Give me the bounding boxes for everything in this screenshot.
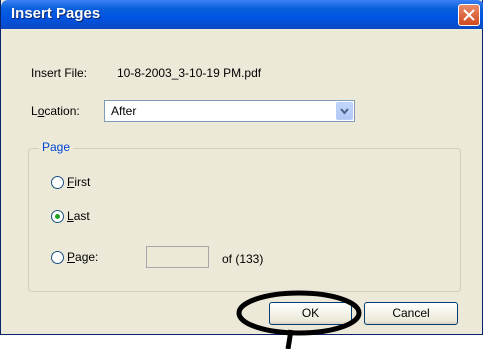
close-button[interactable] <box>458 4 480 26</box>
ok-button[interactable]: OK <box>269 302 352 325</box>
radio-last-label[interactable]: Last <box>67 209 90 223</box>
insert-file-label: Insert File: <box>31 66 88 80</box>
insert-file-value: 10-8-2003_3-10-19 PM.pdf <box>117 66 262 80</box>
radio-selected-dot <box>55 214 60 219</box>
dropdown-arrow-button[interactable] <box>336 102 353 120</box>
page-group-legend: Page <box>39 140 74 154</box>
radio-first-label[interactable]: First <box>67 175 90 189</box>
page-number-input[interactable] <box>146 246 209 268</box>
radio-page[interactable] <box>51 251 64 264</box>
insert-pages-dialog: Insert Pages Insert File: 10-8-2003_3-10… <box>0 0 483 335</box>
chevron-down-icon <box>340 108 349 115</box>
location-select[interactable]: After <box>104 100 355 122</box>
radio-last[interactable] <box>51 210 64 223</box>
dialog-title: Insert Pages <box>11 5 101 22</box>
page-count-text: of (133) <box>222 252 264 266</box>
cancel-button[interactable]: Cancel <box>364 302 458 325</box>
radio-page-label[interactable]: Page: <box>67 250 98 264</box>
title-bar[interactable]: Insert Pages <box>1 0 483 29</box>
location-selected-value: After <box>111 104 137 118</box>
close-icon <box>463 9 475 21</box>
radio-first[interactable] <box>51 176 64 189</box>
location-label: Location: <box>31 104 80 118</box>
page-groupbox <box>28 148 461 292</box>
